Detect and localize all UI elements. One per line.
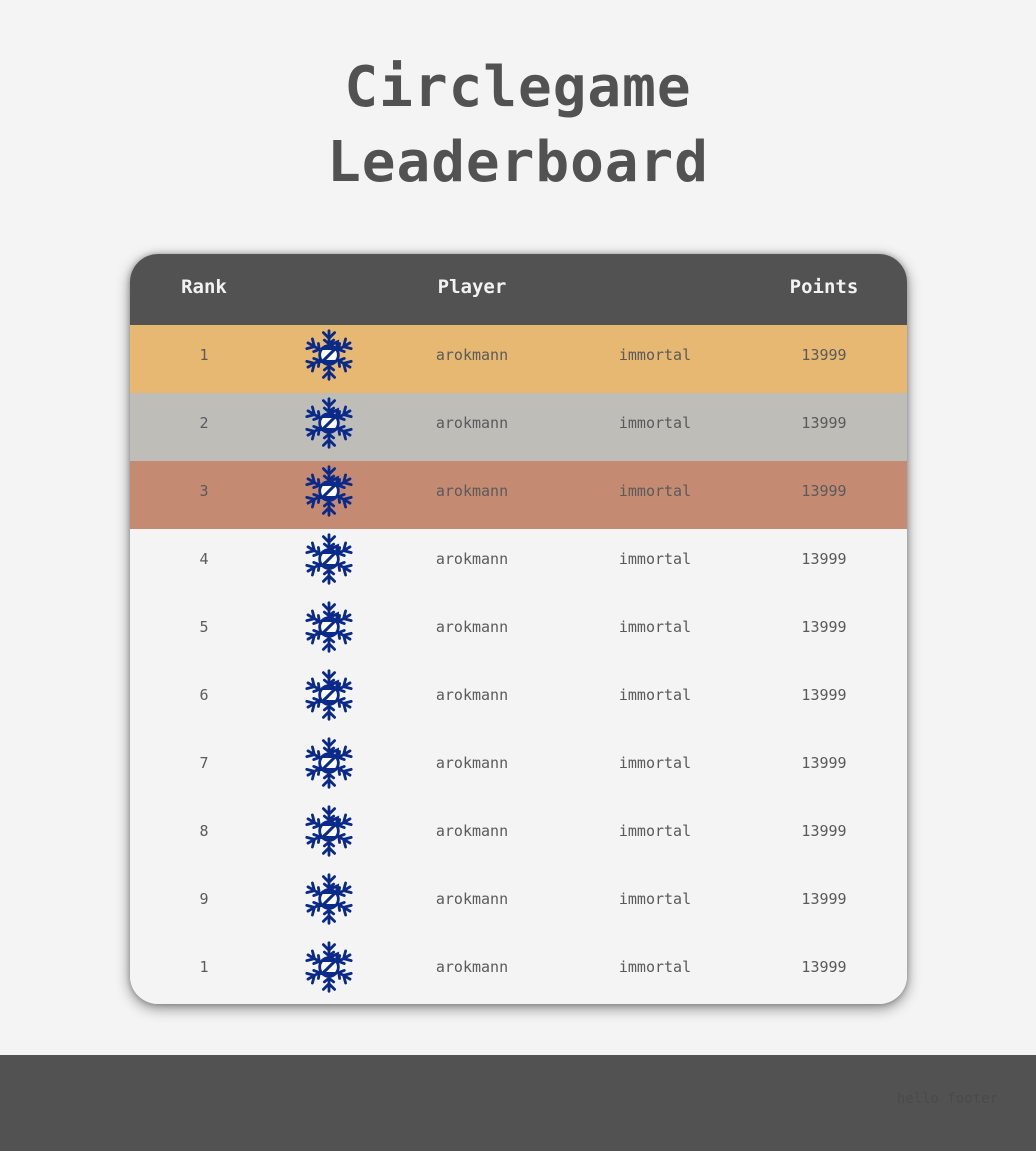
snowflake-logo-icon xyxy=(305,601,353,653)
player-title: immortal xyxy=(618,346,692,364)
snowflake-logo-icon xyxy=(305,397,353,449)
header-rank[interactable]: Rank xyxy=(154,254,254,325)
player-name[interactable]: arokmann xyxy=(392,597,552,665)
table-row[interactable]: 3 arokmann immortal 13999 xyxy=(130,461,907,529)
points-cell: 13999 xyxy=(801,958,847,976)
table-row[interactable]: 1 arokmann immortal 13999 xyxy=(130,937,907,1004)
rank-cell: 3 xyxy=(199,482,209,500)
snowflake-logo-icon xyxy=(305,669,353,721)
rank-cell: 1 xyxy=(199,346,209,364)
table-row[interactable]: 2 arokmann immortal 13999 xyxy=(130,393,907,461)
player-name[interactable]: arokmann xyxy=(392,393,552,461)
page-title-line-2: Leaderboard xyxy=(327,130,709,195)
rank-cell: 6 xyxy=(199,686,209,704)
avatar xyxy=(300,801,358,869)
player-title: immortal xyxy=(618,686,692,704)
table-row[interactable]: 7 arokmann immortal 13999 xyxy=(130,733,907,801)
avatar xyxy=(300,529,358,597)
snowflake-logo-icon xyxy=(305,805,353,857)
rank-cell: 9 xyxy=(199,890,209,908)
player-name[interactable]: arokmann xyxy=(392,801,552,869)
player-name[interactable]: arokmann xyxy=(392,325,552,393)
avatar xyxy=(300,937,358,1004)
rank-cell: 7 xyxy=(199,754,209,772)
table-row[interactable]: 9 arokmann immortal 13999 xyxy=(130,869,907,937)
leaderboard-table: Rank Player Points 1 arokmann immortal 1399… xyxy=(130,254,907,1004)
rank-cell: 8 xyxy=(199,822,209,840)
player-title: immortal xyxy=(618,618,692,636)
player-title: immortal xyxy=(618,550,692,568)
table-row[interactable]: 4 arokmann immortal 13999 xyxy=(130,529,907,597)
player-name[interactable]: arokmann xyxy=(392,461,552,529)
rank-cell: 1 xyxy=(199,958,209,976)
header-player[interactable]: Player xyxy=(392,254,552,325)
header-points[interactable]: Points xyxy=(770,254,878,325)
player-title: immortal xyxy=(618,482,692,500)
player-title: immortal xyxy=(618,890,692,908)
rank-cell: 2 xyxy=(199,414,209,432)
snowflake-logo-icon xyxy=(305,941,353,993)
points-cell: 13999 xyxy=(801,686,847,704)
footer-text: hello footer xyxy=(896,1091,998,1107)
points-cell: 13999 xyxy=(801,550,847,568)
player-name[interactable]: arokmann xyxy=(392,869,552,937)
player-title: immortal xyxy=(618,754,692,772)
avatar xyxy=(300,461,358,529)
snowflake-logo-icon xyxy=(305,737,353,789)
player-name[interactable]: arokmann xyxy=(392,937,552,1004)
page-title-line-1: Circlegame xyxy=(344,55,692,120)
snowflake-logo-icon xyxy=(305,329,353,381)
points-cell: 13999 xyxy=(801,822,847,840)
rank-cell: 5 xyxy=(199,618,209,636)
player-title: immortal xyxy=(618,958,692,976)
page-title: Circlegame Leaderboard xyxy=(0,50,1036,200)
table-row[interactable]: 6 arokmann immortal 13999 xyxy=(130,665,907,733)
avatar xyxy=(300,869,358,937)
points-cell: 13999 xyxy=(801,414,847,432)
table-row[interactable]: 8 arokmann immortal 13999 xyxy=(130,801,907,869)
player-name[interactable]: arokmann xyxy=(392,733,552,801)
points-cell: 13999 xyxy=(801,754,847,772)
snowflake-logo-icon xyxy=(305,533,353,585)
player-name[interactable]: arokmann xyxy=(392,529,552,597)
points-cell: 13999 xyxy=(801,890,847,908)
table-row[interactable]: 1 arokmann immortal 13999 xyxy=(130,325,907,393)
rank-cell: 4 xyxy=(199,550,209,568)
points-cell: 13999 xyxy=(801,346,847,364)
avatar xyxy=(300,325,358,393)
footer: hello footer xyxy=(0,1055,1036,1151)
player-title: immortal xyxy=(618,822,692,840)
player-title: immortal xyxy=(618,414,692,432)
points-cell: 13999 xyxy=(801,618,847,636)
snowflake-logo-icon xyxy=(305,465,353,517)
table-row[interactable]: 5 arokmann immortal 13999 xyxy=(130,597,907,665)
avatar xyxy=(300,597,358,665)
snowflake-logo-icon xyxy=(305,873,353,925)
points-cell: 13999 xyxy=(801,482,847,500)
avatar xyxy=(300,733,358,801)
player-name[interactable]: arokmann xyxy=(392,665,552,733)
table-header: Rank Player Points xyxy=(130,254,907,325)
avatar xyxy=(300,393,358,461)
avatar xyxy=(300,665,358,733)
